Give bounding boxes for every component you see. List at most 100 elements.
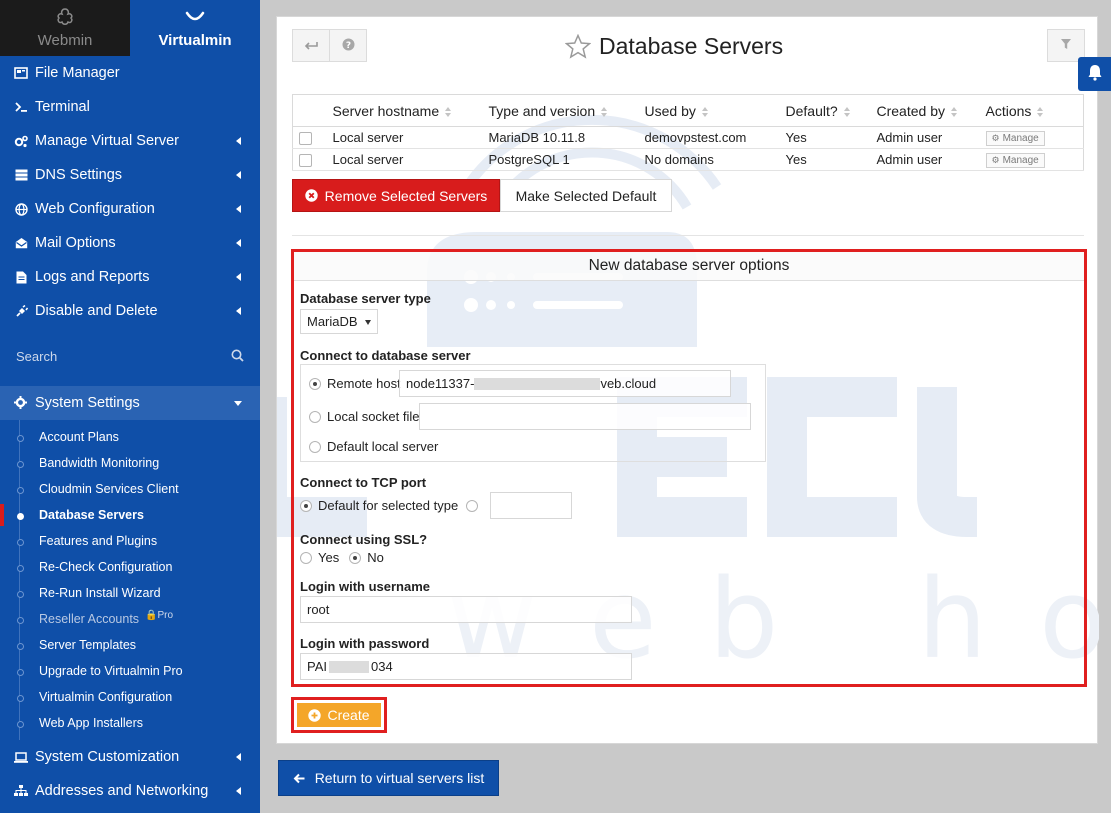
help-button[interactable]: ? [329, 29, 367, 62]
connection-group: Remote host node11337- veb.cloud Local s… [300, 364, 766, 462]
tcp-default-radio[interactable] [300, 499, 312, 512]
virtualmin-tab[interactable]: Virtualmin [130, 0, 260, 56]
menu-terminal[interactable]: Terminal [0, 90, 260, 124]
make-selected-default-button[interactable]: Make Selected Default [500, 179, 672, 212]
notifications-button[interactable] [1078, 57, 1111, 91]
menu-mail-options[interactable]: Mail Options [0, 226, 260, 260]
cell-type: PostgreSQL 1 [482, 148, 639, 171]
default-local-option: Default local server [309, 439, 438, 454]
menu-file-manager[interactable]: File Manager [0, 56, 260, 90]
column-header-created-by[interactable]: Created by [870, 94, 980, 127]
webmin-tab[interactable]: Webmin [0, 0, 130, 56]
menu-manage-virtual-server-label: Manage Virtual Server [35, 133, 180, 149]
column-header-used-by[interactable]: Used by [638, 94, 780, 127]
sort-icon [445, 106, 452, 117]
new-database-server-options: New database server options Database ser… [291, 249, 1087, 687]
menu-dns-settings[interactable]: DNS Settings [0, 158, 260, 192]
menu-system-customization-label: System Customization [35, 749, 180, 765]
cell-hostname: Local server [326, 148, 483, 171]
username-label: Login with username [300, 579, 431, 594]
cell-created-by: Admin user [870, 148, 980, 171]
ssl-no-radio[interactable] [349, 551, 362, 564]
server-type-value: MariaDB [307, 314, 358, 329]
ssl-yes-radio[interactable] [300, 551, 312, 564]
search-icon[interactable] [231, 349, 244, 365]
submenu-database-servers[interactable]: Database Servers [0, 502, 260, 528]
laptop-icon [14, 750, 28, 764]
menu-system-customization[interactable]: System Customization [0, 740, 260, 774]
remote-host-radio[interactable] [309, 377, 321, 390]
sort-icon [843, 106, 850, 117]
menu-system-settings[interactable]: System Settings [0, 386, 260, 420]
local-socket-option: Local socket file [309, 409, 420, 424]
tcp-port-label: Connect to TCP port [300, 475, 427, 490]
back-arrow-icon [304, 38, 318, 53]
submenu-web-app-installers[interactable]: Web App Installers [0, 710, 260, 736]
system-settings-section: System Settings Account Plans Bandwidth … [0, 386, 260, 740]
tcp-port-input[interactable] [490, 492, 572, 519]
create-button[interactable]: Create [297, 703, 381, 727]
menu-manage-virtual-server[interactable]: Manage Virtual Server [0, 124, 260, 158]
column-header-actions[interactable]: Actions [979, 94, 1084, 127]
submenu-re-check-configuration[interactable]: Re-Check Configuration [0, 554, 260, 580]
row-checkbox[interactable] [299, 132, 312, 146]
gear-icon: ⚙ [991, 155, 1000, 165]
return-button-label: Return to virtual servers list [314, 770, 485, 786]
menu-mail-options-label: Mail Options [35, 235, 116, 251]
column-header-label: Used by [644, 102, 696, 119]
column-header-label: Created by [876, 102, 945, 119]
redacted-text [329, 660, 369, 673]
submenu-bandwidth-monitoring[interactable]: Bandwidth Monitoring [0, 450, 260, 476]
manage-button[interactable]: ⚙ Manage [985, 153, 1045, 168]
column-header-hostname[interactable]: Server hostname [326, 94, 483, 127]
menu-web-configuration[interactable]: Web Configuration [0, 192, 260, 226]
brand-tabs: Webmin Virtualmin [0, 0, 260, 56]
submenu-server-templates[interactable]: Server Templates [0, 632, 260, 658]
caret-left-icon [236, 753, 241, 761]
local-socket-radio[interactable] [309, 410, 321, 423]
menu-logs-and-reports-label: Logs and Reports [35, 269, 150, 285]
pro-badge: 🔒Pro [145, 610, 173, 621]
remote-host-prefix: node11337- [406, 376, 475, 391]
local-socket-label: Local socket file [327, 409, 420, 424]
submenu-re-run-install-wizard[interactable]: Re-Run Install Wizard [0, 580, 260, 606]
submenu-cloudmin-services-client[interactable]: Cloudmin Services Client [0, 476, 260, 502]
tcp-default-label: Default for selected type [318, 498, 459, 513]
server-type-select[interactable]: MariaDB [300, 309, 378, 334]
submenu-reseller-accounts[interactable]: Reseller Accounts 🔒Pro [0, 606, 260, 632]
submenu-upgrade-to-virtualmin-pro[interactable]: Upgrade to Virtualmin Pro [0, 658, 260, 684]
cell-hostname: Local server [326, 126, 483, 149]
remove-selected-servers-button[interactable]: Remove Selected Servers [292, 179, 500, 212]
create-button-label: Create [327, 707, 370, 723]
default-local-radio[interactable] [309, 440, 321, 453]
column-header-label: Actions [985, 102, 1032, 119]
password-input[interactable]: PAI 034 [300, 653, 632, 680]
column-header-default[interactable]: Default? [779, 94, 871, 127]
submenu-virtualmin-configuration[interactable]: Virtualmin Configuration [0, 684, 260, 710]
sidebar-search-input[interactable] [14, 347, 214, 365]
tcp-custom-radio[interactable] [466, 499, 479, 512]
remote-host-input[interactable]: node11337- veb.cloud [399, 370, 731, 397]
username-input[interactable]: root [300, 596, 632, 623]
username-value: root [307, 602, 330, 617]
submenu-features-and-plugins[interactable]: Features and Plugins [0, 528, 260, 554]
plug-icon [14, 304, 28, 318]
return-to-virtual-servers-button[interactable]: Return to virtual servers list [278, 760, 499, 796]
back-button[interactable] [292, 29, 330, 62]
menu-dns-settings-label: DNS Settings [35, 167, 123, 183]
envelope-open-icon [14, 236, 28, 250]
times-circle-icon [304, 189, 318, 202]
submenu-account-plans[interactable]: Account Plans [0, 424, 260, 450]
column-header-label: Type and version [488, 102, 596, 119]
menu-addresses-and-networking[interactable]: Addresses and Networking [0, 774, 260, 808]
manage-button[interactable]: ⚙ Manage [985, 131, 1045, 146]
star-icon[interactable] [565, 33, 591, 59]
submenu-reseller-accounts-label: Reseller Accounts [39, 612, 140, 626]
menu-disable-and-delete[interactable]: Disable and Delete [0, 294, 260, 328]
row-checkbox[interactable] [299, 154, 312, 168]
menu-logs-and-reports[interactable]: Logs and Reports [0, 260, 260, 294]
table-header-row: Server hostname Type and version Used by… [292, 94, 1084, 127]
column-header-type[interactable]: Type and version [482, 94, 639, 127]
menu-addresses-and-networking-label: Addresses and Networking [35, 783, 209, 799]
local-socket-input[interactable] [419, 403, 751, 430]
